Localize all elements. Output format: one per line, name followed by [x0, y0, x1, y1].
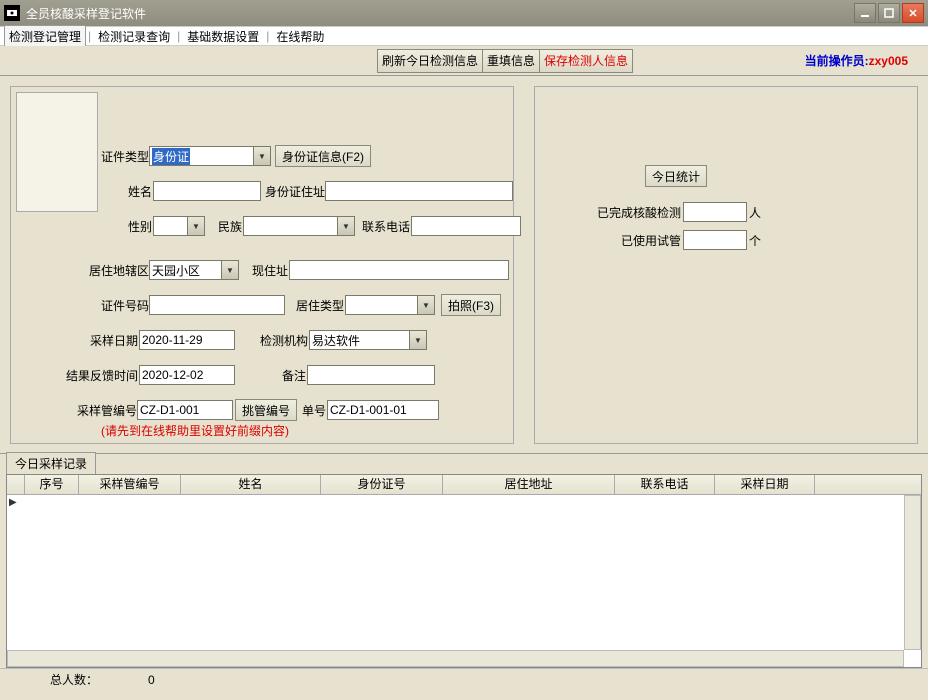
maximize-button[interactable]	[878, 3, 900, 23]
done-unit: 人	[749, 204, 761, 221]
photo-placeholder	[16, 92, 98, 212]
used-label: 已使用试管	[621, 232, 681, 249]
col-phone[interactable]: 联系电话	[615, 475, 715, 494]
id-addr-input[interactable]	[325, 181, 513, 201]
cert-type-dropdown[interactable]: 身份证 ▼	[149, 146, 271, 166]
stats-box: 今日统计 已完成核酸检测 人 已使用试管 个	[534, 86, 918, 444]
feedback-label: 结果反馈时间	[65, 367, 139, 384]
total-label: 总人数：	[50, 671, 98, 688]
single-no-label: 单号	[299, 402, 327, 419]
minimize-button[interactable]	[854, 3, 876, 23]
residence-type-dropdown[interactable]: ▼	[345, 295, 435, 315]
col-tube-no[interactable]: 采样管编号	[79, 475, 181, 494]
reset-button[interactable]: 重填信息	[482, 49, 540, 73]
done-label: 已完成核酸检测	[597, 204, 681, 221]
change-tube-button[interactable]: 挑管编号	[235, 399, 297, 421]
horizontal-scrollbar[interactable]	[7, 650, 904, 667]
menu-item-query[interactable]: 检测记录查询	[93, 25, 175, 48]
chevron-down-icon[interactable]: ▼	[253, 146, 271, 166]
vertical-scrollbar[interactable]	[904, 495, 921, 650]
col-seq[interactable]: 序号	[25, 475, 79, 494]
app-icon	[4, 5, 20, 21]
status-bar: 总人数： 0	[0, 668, 928, 690]
sample-date-input[interactable]	[139, 330, 235, 350]
row-indicator-header	[7, 475, 25, 494]
chevron-down-icon[interactable]: ▼	[337, 216, 355, 236]
tube-input[interactable]	[137, 400, 233, 420]
residence-dropdown[interactable]: ▼	[149, 260, 239, 280]
cert-type-label: 证件类型	[101, 148, 149, 165]
test-org-label: 检测机构	[253, 332, 309, 349]
records-table: 序号 采样管编号 姓名 身份证号 居住地址 联系电话 采样日期 ▶	[6, 474, 922, 668]
title-bar: 全员核酸采样登记软件	[0, 0, 928, 26]
tube-label: 采样管编号	[77, 402, 137, 419]
nation-label: 民族	[211, 218, 243, 235]
close-button[interactable]	[902, 3, 924, 23]
photo-button[interactable]: 拍照(F3)	[441, 294, 501, 316]
test-org-dropdown[interactable]: ▼	[309, 330, 427, 350]
col-name[interactable]: 姓名	[181, 475, 321, 494]
nation-dropdown[interactable]: ▼	[243, 216, 355, 236]
current-addr-input[interactable]	[289, 260, 509, 280]
col-sample-date[interactable]: 采样日期	[715, 475, 815, 494]
residence-label: 居住地辖区	[89, 262, 149, 279]
current-addr-label: 现住址	[247, 262, 289, 279]
phone-label: 联系电话	[359, 218, 411, 235]
tab-today-records[interactable]: 今日采样记录	[6, 452, 96, 474]
operator-info: 当前操作员:zxy005	[805, 52, 908, 69]
sample-date-label: 采样日期	[89, 332, 139, 349]
form-box: 证件类型 身份证 ▼ 身份证信息(F2) 姓名 身份证住址 性别	[10, 86, 514, 444]
save-button[interactable]: 保存检测人信息	[539, 49, 633, 73]
remark-label: 备注	[265, 367, 307, 384]
chevron-down-icon[interactable]: ▼	[409, 330, 427, 350]
menu-bar: 检测登记管理 | 检测记录查询 | 基础数据设置 | 在线帮助	[0, 26, 928, 46]
window-title: 全员核酸采样登记软件	[26, 5, 854, 22]
menu-item-register[interactable]: 检测登记管理	[4, 25, 86, 48]
id-addr-label: 身份证住址	[265, 183, 325, 200]
used-count-input[interactable]	[683, 230, 747, 250]
col-addr[interactable]: 居住地址	[443, 475, 615, 494]
total-value: 0	[148, 673, 155, 687]
phone-input[interactable]	[411, 216, 521, 236]
cert-no-label: 证件号码	[101, 297, 149, 314]
id-info-button[interactable]: 身份证信息(F2)	[275, 145, 371, 167]
row-cursor-icon: ▶	[9, 497, 17, 508]
col-id-no[interactable]: 身份证号	[321, 475, 443, 494]
today-stat-button[interactable]: 今日统计	[645, 165, 707, 187]
name-label: 姓名	[125, 183, 153, 200]
residence-type-label: 居住类型	[291, 297, 345, 314]
remark-input[interactable]	[307, 365, 435, 385]
chevron-down-icon[interactable]: ▼	[417, 295, 435, 315]
feedback-input[interactable]	[139, 365, 235, 385]
cert-no-input[interactable]	[149, 295, 285, 315]
gender-label: 性别	[125, 218, 153, 235]
done-count-input[interactable]	[683, 202, 747, 222]
chevron-down-icon[interactable]: ▼	[221, 260, 239, 280]
refresh-button[interactable]: 刷新今日检测信息	[377, 49, 483, 73]
chevron-down-icon[interactable]: ▼	[187, 216, 205, 236]
menu-item-basedata[interactable]: 基础数据设置	[182, 25, 264, 48]
menu-item-help[interactable]: 在线帮助	[271, 25, 329, 48]
gender-dropdown[interactable]: ▼	[153, 216, 205, 236]
name-input[interactable]	[153, 181, 261, 201]
prefix-hint: (请先到在线帮助里设置好前缀内容)	[101, 422, 289, 439]
single-no-input[interactable]	[327, 400, 439, 420]
toolbar: 刷新今日检测信息 重填信息 保存检测人信息 当前操作员:zxy005	[0, 46, 928, 76]
used-unit: 个	[749, 232, 761, 249]
